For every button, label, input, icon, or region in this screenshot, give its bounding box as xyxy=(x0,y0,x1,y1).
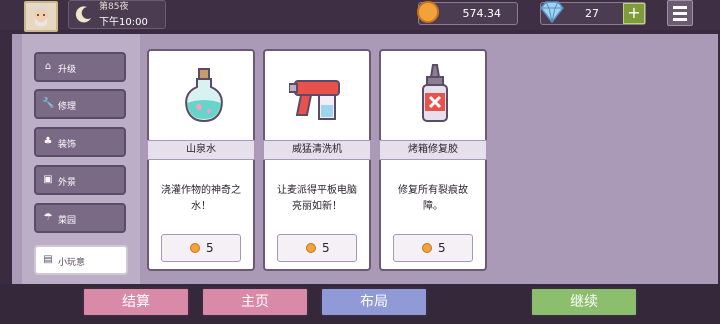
item-description: 修复所有裂痕故障。 xyxy=(398,185,468,212)
sidebar-item-label: 外景 xyxy=(58,178,77,188)
sidebar-item-label: 装饰 xyxy=(58,140,77,150)
item-description: 让麦派得平板电脑亮丽如新！ xyxy=(277,185,357,212)
sidebar-item-label: 小玩意 xyxy=(58,258,86,268)
potion-bottle-icon xyxy=(173,63,233,127)
gem-counter: 27 + xyxy=(537,0,646,28)
sidebar-item-exterior[interactable]: ▣ 外景 xyxy=(34,165,126,195)
day-label: 第85夜 xyxy=(99,2,129,12)
sidebar-item-garden[interactable]: ☂ 菜园 xyxy=(34,203,126,233)
gem-value: 27 xyxy=(585,7,599,20)
glue-bottle-icon xyxy=(405,63,465,127)
spray-gun-icon xyxy=(288,63,349,127)
sidebar-item-gadgets[interactable]: ▤ 小玩意 xyxy=(34,245,128,275)
menu-icon-bar xyxy=(673,6,687,9)
day-time-panel: 第85夜 下午10:00 xyxy=(68,0,166,29)
item-description: 浇灌作物的神奇之水！ xyxy=(161,185,241,212)
coin-value: 574.34 xyxy=(462,7,502,20)
shop-item-card[interactable]: 威猛清洗机 让麦派得平板电脑亮丽如新！ 5 xyxy=(263,49,371,271)
item-price: 5 xyxy=(438,241,446,255)
home-button[interactable]: 主页 xyxy=(201,287,309,317)
item-name: 威猛清洗机 xyxy=(263,140,371,160)
avatar[interactable] xyxy=(24,1,58,32)
item-name: 山泉水 xyxy=(147,140,255,160)
coin-icon xyxy=(422,243,432,253)
watering-can-icon: ☂ xyxy=(43,212,53,223)
time-label: 下午10:00 xyxy=(99,17,148,28)
sidebar-item-decoration[interactable]: ♣ 装饰 xyxy=(34,127,126,157)
checkout-button[interactable]: 结算 xyxy=(82,287,190,317)
diamond-icon xyxy=(537,0,567,28)
item-price: 5 xyxy=(206,241,214,255)
buy-button[interactable]: 5 xyxy=(393,234,473,262)
wrench-icon: 🔧 xyxy=(42,98,55,109)
add-gems-button[interactable]: + xyxy=(623,3,645,24)
item-price: 5 xyxy=(322,241,330,255)
buy-button[interactable]: 5 xyxy=(161,234,241,262)
toolbox-icon: ▤ xyxy=(43,254,53,265)
coin-icon xyxy=(190,243,200,253)
shop-item-card[interactable]: 山泉水 浇灌作物的神奇之水！ 5 xyxy=(147,49,255,271)
coin-counter: 574.34 xyxy=(417,1,518,25)
buy-button[interactable]: 5 xyxy=(277,234,357,262)
coin-icon xyxy=(306,243,316,253)
home-icon: ⌂ xyxy=(44,61,52,72)
menu-icon-bar xyxy=(673,12,687,15)
sidebar-item-label: 修理 xyxy=(58,102,77,112)
coin-icon xyxy=(417,1,439,23)
plant-icon: ♣ xyxy=(43,136,53,147)
shop-item-card[interactable]: 烤箱修复胶 修复所有裂痕故障。 5 xyxy=(379,49,487,271)
sidebar-item-upgrade[interactable]: ⌂ 升级 xyxy=(34,52,126,82)
item-name: 烤箱修复胶 xyxy=(379,140,487,160)
sidebar-item-repair[interactable]: 🔧 修理 xyxy=(34,89,126,119)
picture-icon: ▣ xyxy=(43,174,53,185)
sidebar-item-label: 菜园 xyxy=(58,216,77,226)
layout-button[interactable]: 布局 xyxy=(320,287,428,317)
menu-button[interactable] xyxy=(667,0,693,26)
moon-icon xyxy=(75,5,93,27)
sidebar-item-label: 升级 xyxy=(58,65,77,75)
menu-icon-bar xyxy=(673,18,687,21)
continue-button[interactable]: 继续 xyxy=(530,287,638,317)
